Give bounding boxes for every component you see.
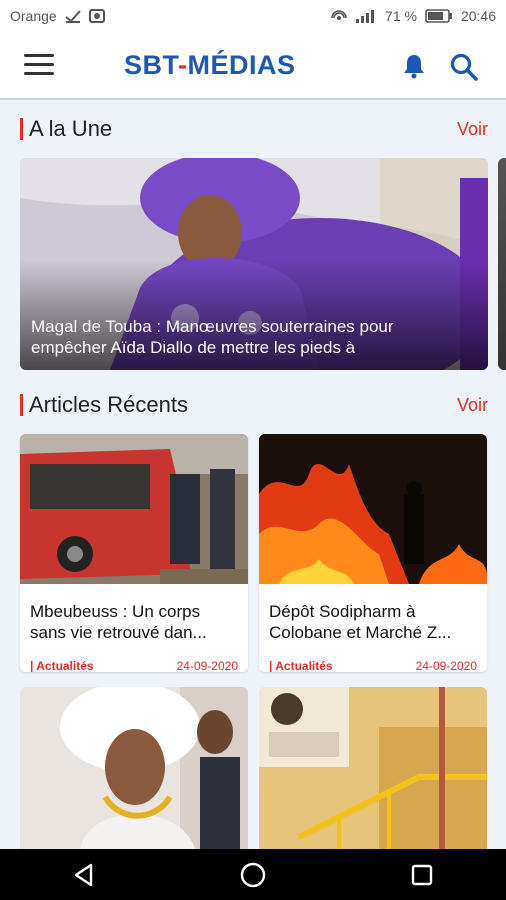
article-date: 24-09-2020 [415, 659, 477, 672]
article-category[interactable]: | Actualités [269, 659, 333, 672]
featured-voir-link[interactable]: Voir [457, 119, 488, 140]
search-icon[interactable] [449, 52, 479, 82]
article-image [259, 434, 487, 584]
featured-article-card[interactable]: Magal de Touba : Manœuvres souterraines … [20, 158, 488, 370]
app-logo: SBT-MÉDIAS [124, 50, 296, 81]
featured-section-header: A la Une Voir [20, 114, 488, 144]
camera-status-icon [88, 9, 105, 23]
article-card[interactable]: Dépôt Sodipharm à Colobane et Marché Z..… [259, 434, 487, 672]
carrier-label: Orange [10, 8, 57, 24]
article-title: Dépôt Sodipharm à Colobane et Marché Z..… [269, 602, 452, 642]
system-navigation-bar [0, 849, 506, 900]
recent-section-header: Articles Récents Voir [20, 390, 488, 420]
article-image [20, 434, 248, 584]
status-bar: Orange 71 % 20:46 [0, 0, 506, 32]
article-card[interactable] [20, 687, 248, 849]
home-circle-icon[interactable] [233, 855, 273, 895]
logo-dash: - [178, 50, 188, 80]
signal-icon [356, 10, 375, 23]
article-meta: | Actualités 24-09-2020 [259, 651, 487, 672]
battery-icon [425, 9, 452, 23]
clock: 20:46 [460, 8, 496, 24]
app-bar: SBT-MÉDIAS [0, 32, 506, 100]
recents-square-icon[interactable] [402, 855, 442, 895]
article-title: Mbeubeuss : Un corps sans vie retrouvé d… [30, 602, 207, 642]
article-category[interactable]: | Actualités [30, 659, 94, 672]
featured-section-title: A la Une [20, 116, 112, 142]
article-image [20, 687, 248, 849]
battery-percent: 71 % [385, 8, 417, 24]
wifi-hotspot-icon [331, 10, 347, 20]
bell-icon[interactable] [400, 52, 428, 80]
featured-article-title: Magal de Touba : Manœuvres souterraines … [31, 317, 394, 357]
next-featured-card-peek[interactable] [498, 158, 506, 370]
logo-part-1: SBT [124, 50, 179, 80]
logo-part-2: MÉDIAS [187, 50, 296, 80]
hamburger-icon[interactable] [24, 54, 54, 76]
article-image [259, 687, 487, 849]
article-card[interactable] [259, 687, 487, 849]
article-meta: | Actualités 24-09-2020 [20, 651, 248, 672]
article-card[interactable]: Mbeubeuss : Un corps sans vie retrouvé d… [20, 434, 248, 672]
recent-section-title: Articles Récents [20, 392, 188, 418]
check-icon [65, 10, 81, 23]
recent-voir-link[interactable]: Voir [457, 395, 488, 416]
article-date: 24-09-2020 [176, 659, 238, 672]
back-triangle-icon[interactable] [64, 855, 104, 895]
